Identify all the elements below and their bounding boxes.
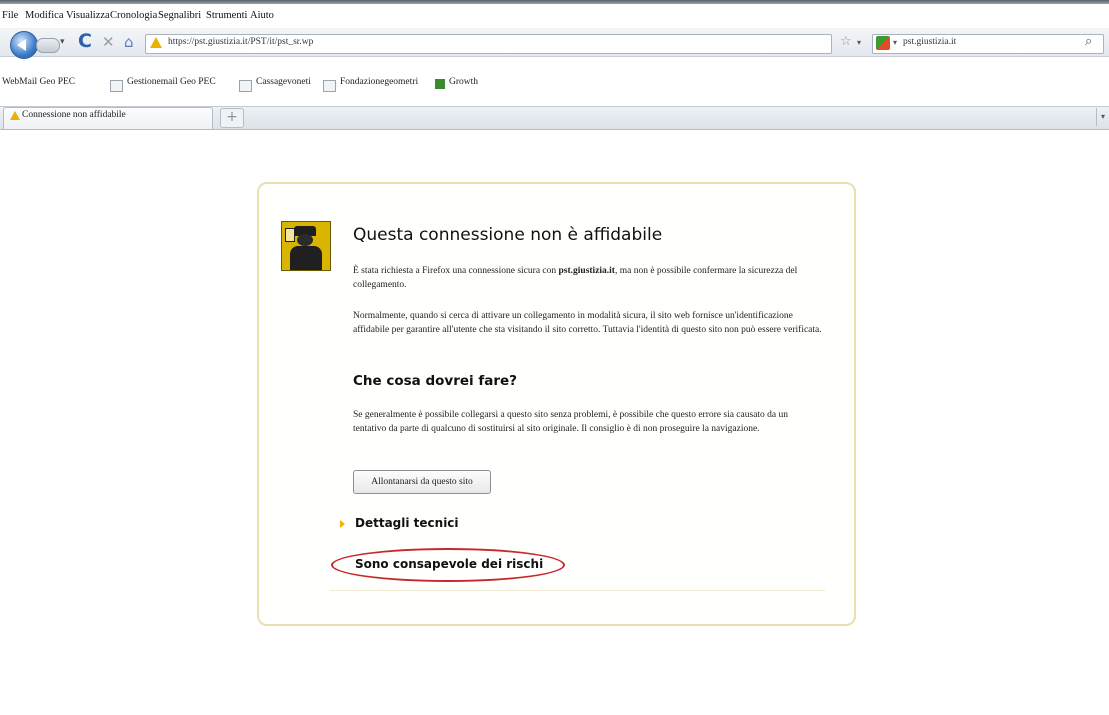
menu-strumenti[interactable]: Strumenti <box>206 10 247 21</box>
history-dropdown-icon[interactable]: ▾ <box>60 37 65 47</box>
explanation-paragraph: Normalmente, quando si cerca di attivare… <box>353 311 822 335</box>
page-title: Questa connessione non è affidabile <box>353 225 663 245</box>
technical-details-toggle[interactable]: Dettagli tecnici <box>355 516 459 530</box>
police-officer-icon <box>281 221 331 271</box>
tab-list-icon[interactable]: ▾ <box>1096 108 1109 126</box>
folder-icon <box>239 80 252 92</box>
tab-warning-icon <box>10 111 20 120</box>
highlight-ellipse <box>331 548 565 582</box>
menu-bar: File Modifica Visualizza Cronologia Segn… <box>0 6 1109 28</box>
bookmarks-toolbar: WebMail Geo PEC Gestionemail Geo PEC Cas… <box>0 74 1109 96</box>
what-to-do-heading: Che cosa dovrei fare? <box>353 373 518 389</box>
new-tab-button[interactable]: + <box>220 108 244 128</box>
body-shape <box>290 246 322 270</box>
search-input[interactable]: pst.giustizia.it <box>903 37 956 47</box>
leave-site-button[interactable]: Allontanarsi da questo sito <box>353 470 491 494</box>
menu-file[interactable]: File <box>2 10 18 21</box>
url-text[interactable]: https://pst.giustizia.it/PST/it/pst_sr.w… <box>168 37 313 47</box>
bookmark-fondazione[interactable]: Fondazionegeometri <box>340 77 418 87</box>
tab-title[interactable]: Connessione non affidabile <box>22 110 126 120</box>
menu-aiuto[interactable]: Aiuto <box>250 10 274 21</box>
url-dropdown-icon[interactable]: ▾ <box>857 38 861 47</box>
search-engine-icon[interactable] <box>876 36 890 50</box>
growth-icon <box>435 79 445 89</box>
engine-dropdown-icon[interactable]: ▾ <box>893 38 897 47</box>
bookmark-gestionemail[interactable]: Gestionemail Geo PEC <box>127 77 216 87</box>
host-name: pst.giustizia.it <box>558 266 615 276</box>
advice-paragraph: Se generalmente è possibile collegarsi a… <box>353 410 789 434</box>
back-icon[interactable] <box>10 31 38 59</box>
home-icon[interactable]: ⌂ <box>124 33 134 51</box>
forward-icon[interactable] <box>36 38 60 53</box>
window-top-edge <box>0 0 1109 4</box>
star-icon[interactable]: ☆ <box>840 34 852 49</box>
bookmark-webmail[interactable]: WebMail Geo PEC <box>2 77 75 87</box>
folder-icon <box>323 80 336 92</box>
menu-cronologia[interactable]: Cronologia <box>110 10 157 21</box>
site-warning-icon[interactable] <box>150 37 162 48</box>
bookmark-cassa[interactable]: Cassagevoneti <box>256 77 311 87</box>
folder-icon <box>110 80 123 92</box>
expand-twisty-icon[interactable] <box>340 520 345 528</box>
intro-text-pre: È stata richiesta a Firefox una connessi… <box>353 266 559 276</box>
bookmark-growth[interactable]: Growth <box>449 77 478 87</box>
reload-icon[interactable]: C <box>78 30 92 52</box>
menu-visualizza[interactable]: Visualizza <box>66 10 110 21</box>
inner-divider <box>330 590 825 591</box>
head-shape <box>297 234 313 246</box>
menu-segnalibri[interactable]: Segnalibri <box>158 10 201 21</box>
menu-modifica[interactable]: Modifica <box>25 10 64 21</box>
intro-paragraph: È stata richiesta a Firefox una connessi… <box>353 264 823 292</box>
search-icon[interactable]: ⌕ <box>1085 34 1092 49</box>
badge-shape <box>285 228 295 242</box>
stop-icon[interactable]: ✕ <box>102 33 115 51</box>
